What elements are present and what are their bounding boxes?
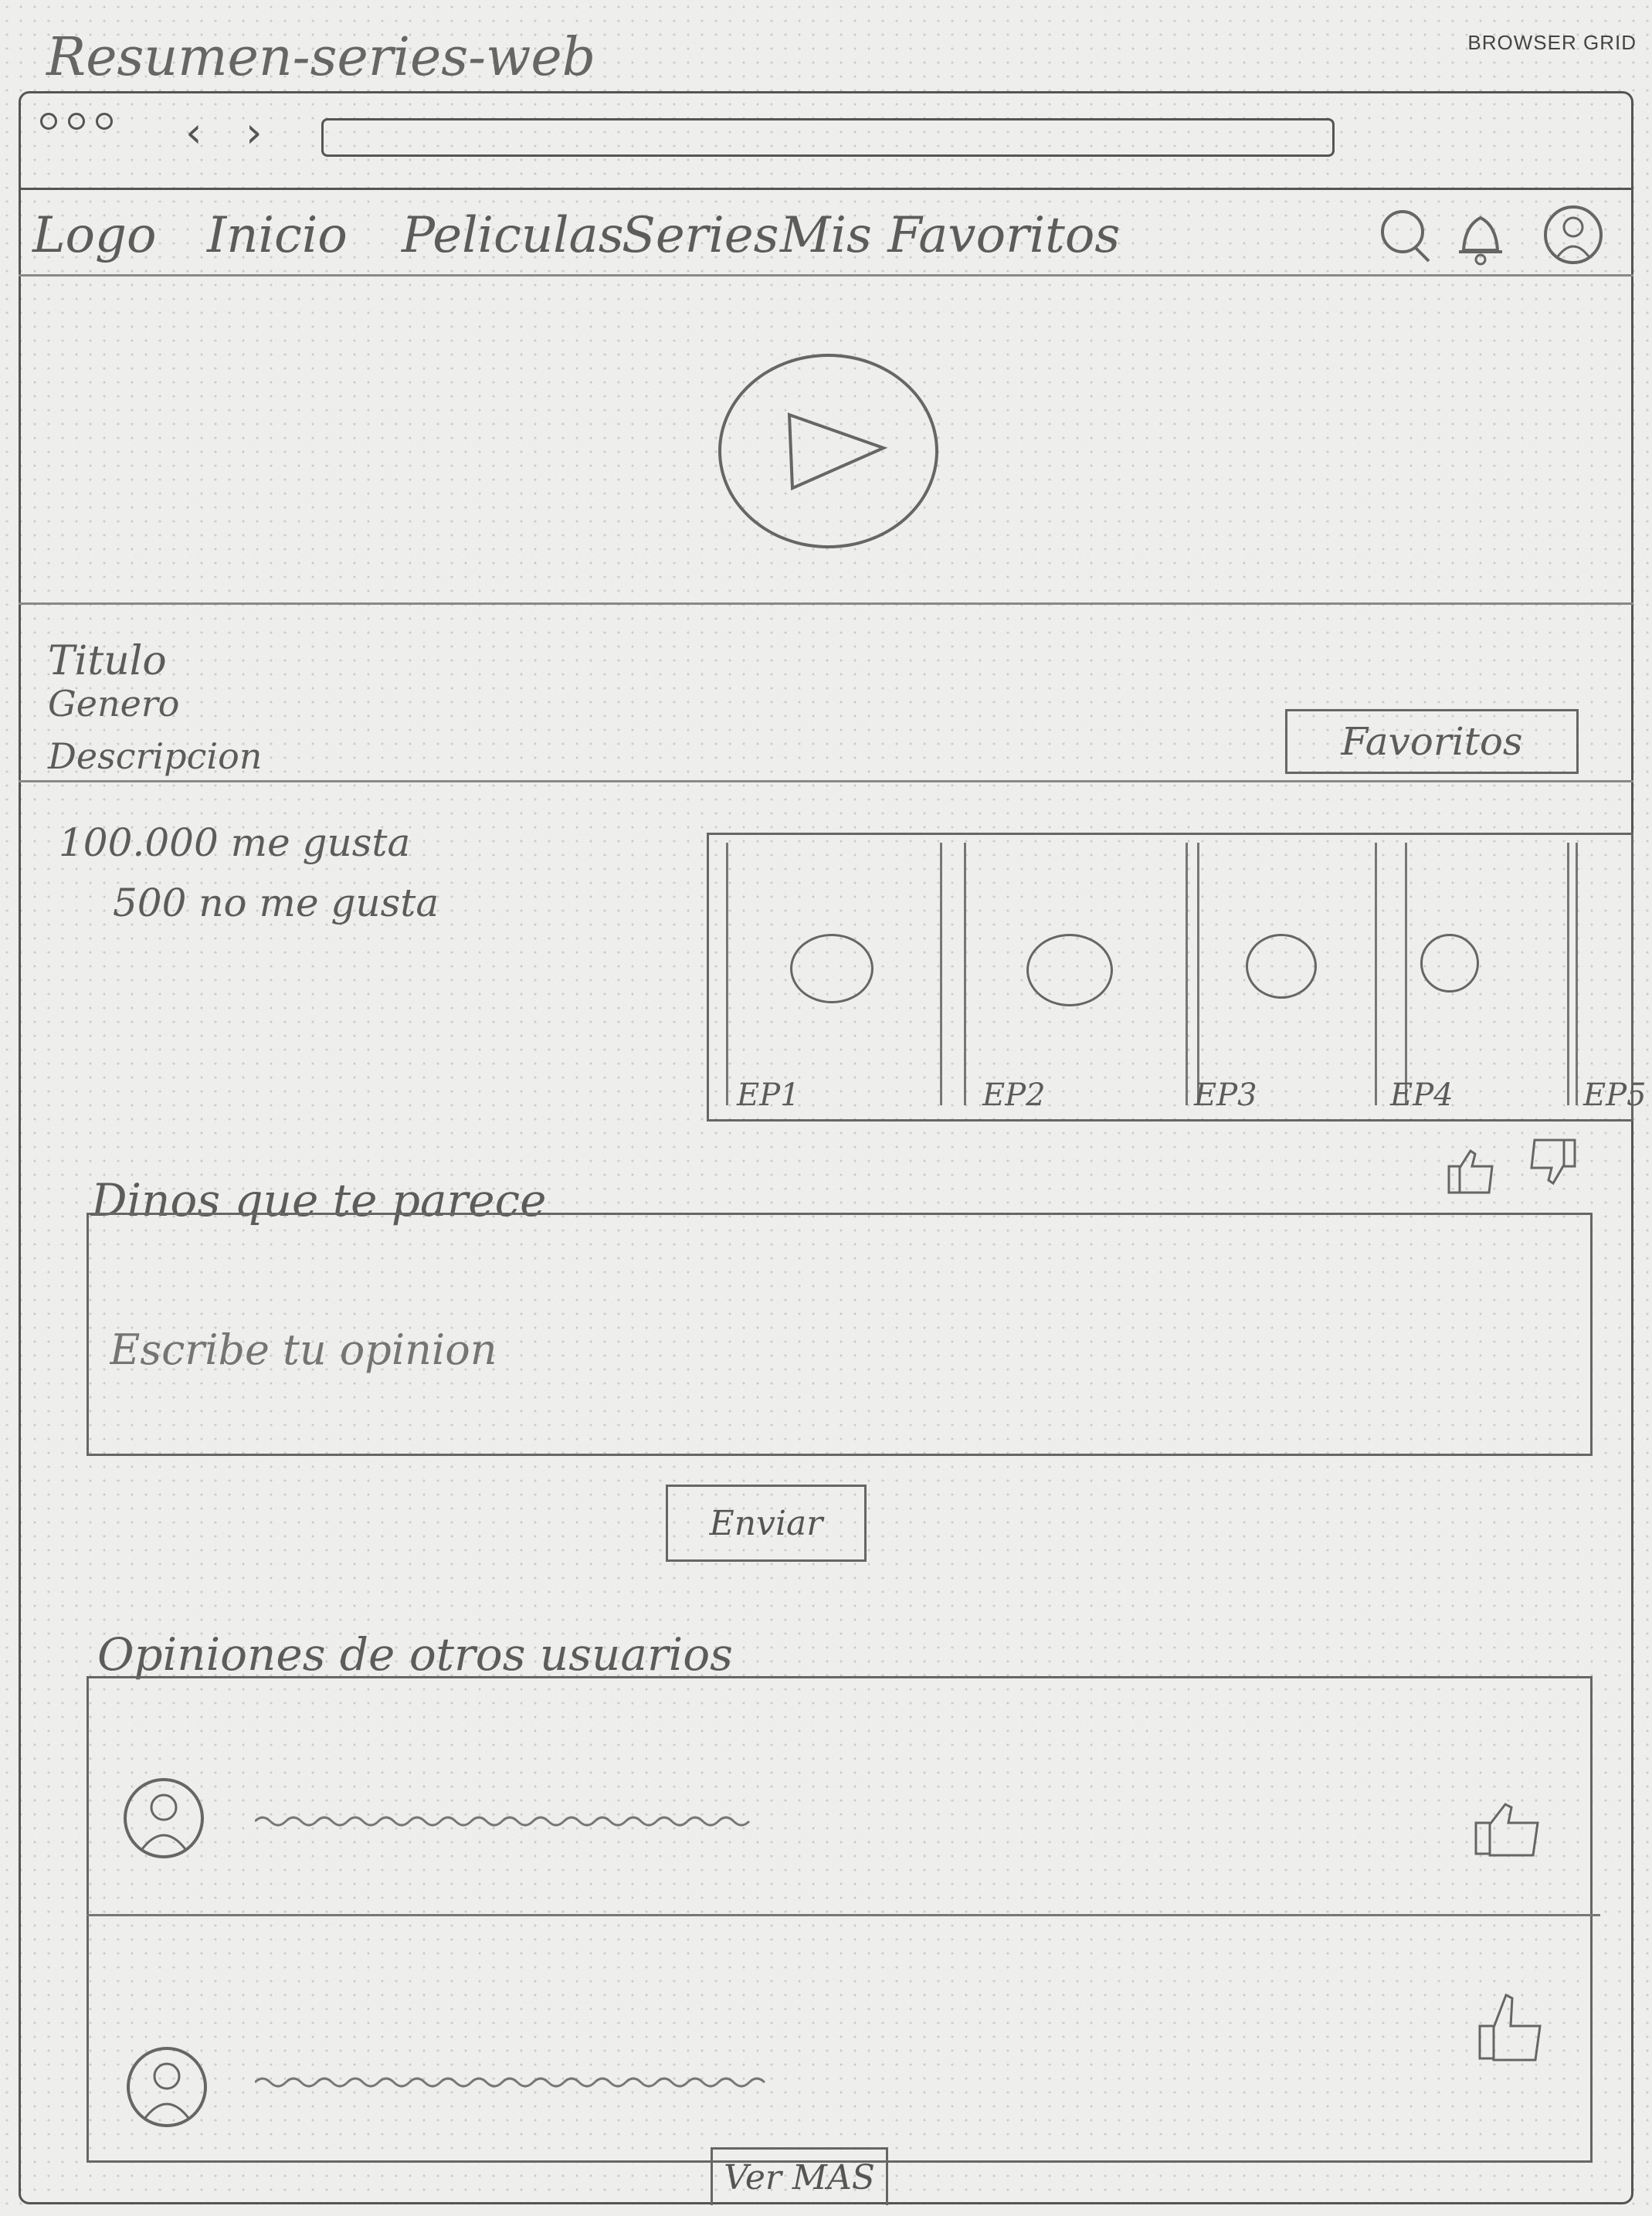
nav-item-peliculas[interactable]: Peliculas	[402, 207, 624, 264]
comment-text	[255, 2077, 766, 2088]
browser-grid-label: BROWSER GRID	[1467, 31, 1637, 54]
others-opinions-title: Opiniones de otros usuarios	[97, 1628, 733, 1681]
thumbs-up-icon[interactable]	[1475, 1989, 1549, 2066]
search-icon[interactable]	[1375, 202, 1440, 267]
send-button[interactable]: Enviar	[666, 1485, 867, 1562]
episode-card[interactable]	[1576, 843, 1631, 1105]
sheet-title: Resumen-series-web	[46, 27, 596, 88]
play-icon[interactable]	[1246, 934, 1317, 999]
episode-label: EP4	[1390, 1077, 1454, 1113]
view-more-button[interactable]: Ver MAS	[711, 2147, 888, 2205]
user-icon[interactable]	[1541, 202, 1606, 267]
details-divider	[19, 780, 1633, 782]
play-icon[interactable]	[1026, 934, 1113, 1006]
episode-card[interactable]	[1375, 843, 1569, 1105]
comment-text	[255, 1816, 751, 1827]
address-bar[interactable]	[321, 118, 1335, 157]
opinion-input[interactable]	[108, 1325, 806, 1375]
avatar	[127, 2047, 207, 2127]
favorites-button[interactable]: Favoritos	[1285, 709, 1579, 774]
series-title: Titulo	[48, 638, 167, 684]
play-icon	[787, 412, 888, 491]
series-description: Descripcion	[48, 735, 263, 777]
episode-card[interactable]	[726, 843, 942, 1105]
window-maximize-dot[interactable]	[96, 113, 113, 130]
episode-label: EP1	[737, 1077, 800, 1113]
thumbs-up-icon[interactable]	[1471, 1800, 1545, 1861]
navbar-divider	[19, 274, 1633, 277]
chevron-left-icon[interactable]: ‹	[185, 108, 202, 157]
nav-item-mis-favoritos[interactable]: Mis Favoritos	[780, 207, 1120, 264]
bell-icon[interactable]	[1448, 202, 1513, 267]
nav-item-series[interactable]: Series	[622, 207, 779, 264]
window-minimize-dot[interactable]	[68, 113, 85, 130]
episode-card[interactable]	[964, 843, 1188, 1105]
chevron-right-icon[interactable]: ›	[246, 108, 263, 157]
play-icon[interactable]	[1420, 934, 1479, 993]
episodes-carousel[interactable]	[707, 833, 1633, 1122]
dislikes-count: 500 no me gusta	[113, 881, 439, 925]
video-play-button[interactable]	[718, 354, 938, 548]
episode-label: EP2	[982, 1077, 1046, 1113]
episode-label: EP3	[1194, 1077, 1257, 1113]
play-icon[interactable]	[790, 934, 873, 1003]
thumbs-up-icon[interactable]	[1444, 1145, 1500, 1197]
likes-count: 100.000 me gusta	[59, 820, 411, 865]
nav-item-inicio[interactable]: Inicio	[207, 207, 348, 264]
avatar	[124, 1778, 204, 1858]
series-genre: Genero	[48, 683, 180, 725]
logo[interactable]: Logo	[32, 207, 157, 264]
episode-label: EP5	[1583, 1077, 1647, 1113]
comment-divider	[87, 1914, 1600, 1916]
thumbs-down-icon[interactable]	[1525, 1135, 1581, 1191]
hero-bottom-divider	[19, 602, 1633, 605]
window-close-dot[interactable]	[40, 113, 57, 130]
